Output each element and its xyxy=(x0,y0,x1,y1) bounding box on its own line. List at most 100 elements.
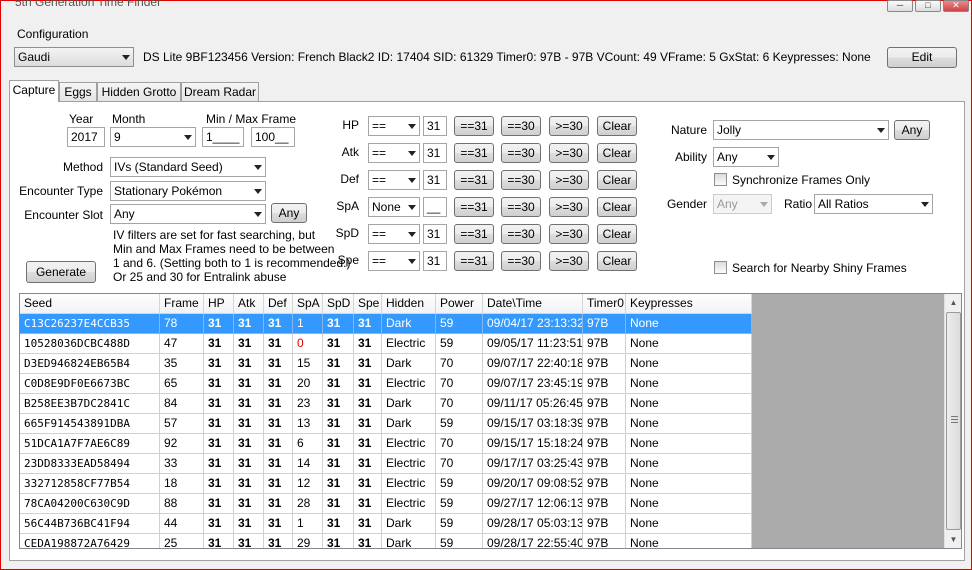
encounter-slot-any-button[interactable]: Any xyxy=(271,203,307,223)
results-grid[interactable]: Seed Frame HP Atk Def SpA SpD Spe Hidden Power Dat… xyxy=(19,293,962,549)
iv-def-value[interactable]: 31 xyxy=(423,170,447,190)
column-header-hidden[interactable]: Hidden xyxy=(382,294,436,314)
iv-spe-eq31-button[interactable]: ==31 xyxy=(454,251,494,271)
column-header-atk[interactable]: Atk xyxy=(234,294,264,314)
iv-spa-value[interactable]: __ xyxy=(423,197,447,217)
column-header-power[interactable]: Power xyxy=(436,294,483,314)
column-header-frame[interactable]: Frame xyxy=(160,294,204,314)
table-row[interactable]: 332712858CF77B54 18 31 31 31 12 31 31 Electric 59… xyxy=(20,474,752,494)
iv-spa-eq30-button[interactable]: ==30 xyxy=(501,197,541,217)
synchronize-checkbox[interactable] xyxy=(714,173,727,186)
cell-frame: 25 xyxy=(160,534,204,548)
table-row[interactable]: CEDA198872A76429 25 31 31 31 29 31 31 Dark 59 09/2… xyxy=(20,534,752,548)
iv-spd-operator[interactable]: == xyxy=(368,224,420,244)
iv-spe-operator[interactable]: == xyxy=(368,251,420,271)
table-row[interactable]: C13C26237E4CCB35 78 31 31 31 1 31 31 Dark 59 09/04… xyxy=(20,314,752,334)
generate-button[interactable]: Generate xyxy=(26,261,96,283)
iv-spd-eq31-button[interactable]: ==31 xyxy=(454,224,494,244)
ratio-select[interactable]: All Ratios xyxy=(814,194,933,214)
table-row[interactable]: C0D8E9DF0E6673BC 65 31 31 31 20 31 31 Electric 70… xyxy=(20,374,752,394)
table-row[interactable]: 665F914543891DBA 57 31 31 31 13 31 31 Dark 59 09/1… xyxy=(20,414,752,434)
table-row[interactable]: D3ED946824EB65B4 35 31 31 31 15 31 31 Dark 70 09/0… xyxy=(20,354,752,374)
iv-atk-operator[interactable]: == xyxy=(368,143,420,163)
nearby-shiny-checkbox[interactable] xyxy=(714,261,727,274)
table-row[interactable]: 78CA04200C630C9D 88 31 31 31 28 31 31 Electric 59… xyxy=(20,494,752,514)
nature-select[interactable]: Jolly xyxy=(713,120,889,140)
column-header-def[interactable]: Def xyxy=(264,294,293,314)
profile-select[interactable]: Gaudi xyxy=(14,47,134,67)
column-header-hp[interactable]: HP xyxy=(204,294,234,314)
iv-def-eq31-button[interactable]: ==31 xyxy=(454,170,494,190)
table-row[interactable]: B258EE3B7DC2841C 84 31 31 31 23 31 31 Dark 70 09/1… xyxy=(20,394,752,414)
iv-spa-eq31-button[interactable]: ==31 xyxy=(454,197,494,217)
cell-hidden: Dark xyxy=(382,534,436,548)
iv-atk-value[interactable]: 31 xyxy=(423,143,447,163)
column-header-spd[interactable]: SpD xyxy=(323,294,354,314)
iv-spa-clear-button[interactable]: Clear xyxy=(597,197,637,217)
iv-spd-ge30-button[interactable]: >=30 xyxy=(549,224,589,244)
iv-spa-ge30-button[interactable]: >=30 xyxy=(549,197,589,217)
column-header-spa[interactable]: SpA xyxy=(293,294,323,314)
table-row[interactable]: 56C44B736BC41F94 44 31 31 31 1 31 31 Dark 59 09/28… xyxy=(20,514,752,534)
tab-dream-radar[interactable]: Dream Radar xyxy=(181,82,259,101)
iv-def-clear-button[interactable]: Clear xyxy=(597,170,637,190)
iv-atk-eq30-button[interactable]: ==30 xyxy=(501,143,541,163)
cell-power: 59 xyxy=(436,334,483,354)
iv-hp-eq31-button[interactable]: ==31 xyxy=(454,116,494,136)
scroll-thumb[interactable] xyxy=(946,312,961,530)
iv-spd-value[interactable]: 31 xyxy=(423,224,447,244)
cell-hidden: Dark xyxy=(382,414,436,434)
column-header-timer0[interactable]: Timer0 xyxy=(583,294,626,314)
minimize-button[interactable]: ─ xyxy=(887,0,913,12)
iv-atk-operator-value: == xyxy=(372,146,387,160)
iv-spd-eq30-button[interactable]: ==30 xyxy=(501,224,541,244)
iv-spe-value[interactable]: 31 xyxy=(423,251,447,271)
column-header-datetime[interactable]: Date\Time xyxy=(483,294,583,314)
cell-atk: 31 xyxy=(234,434,264,454)
tab-eggs[interactable]: Eggs xyxy=(59,82,97,101)
edit-button[interactable]: Edit xyxy=(887,47,957,68)
scroll-up-icon[interactable]: ▲ xyxy=(945,294,961,311)
iv-def-eq30-button[interactable]: ==30 xyxy=(501,170,541,190)
table-row[interactable]: 23DD8333EAD58494 33 31 31 31 14 31 31 Electric 70… xyxy=(20,454,752,474)
vertical-scrollbar[interactable]: ▲ ▼ xyxy=(944,294,961,548)
iv-spd-clear-button[interactable]: Clear xyxy=(597,224,637,244)
iv-hp-operator[interactable]: == xyxy=(368,116,420,136)
nature-any-button[interactable]: Any xyxy=(894,120,930,140)
maximize-button[interactable]: □ xyxy=(915,0,941,12)
encounter-type-select[interactable]: Stationary Pokémon xyxy=(110,181,266,201)
iv-spe-ge30-button[interactable]: >=30 xyxy=(549,251,589,271)
year-input[interactable]: 2017 xyxy=(67,127,105,147)
encounter-slot-select[interactable]: Any xyxy=(110,204,266,224)
iv-atk-eq31-button[interactable]: ==31 xyxy=(454,143,494,163)
ability-select[interactable]: Any xyxy=(713,147,779,167)
iv-hp-eq30-button[interactable]: ==30 xyxy=(501,116,541,136)
iv-spa-operator[interactable]: None xyxy=(368,197,420,217)
iv-def-operator[interactable]: == xyxy=(368,170,420,190)
chevron-down-icon xyxy=(408,178,416,183)
table-row[interactable]: 10528036DCBC488D 47 31 31 31 0 31 31 Electric 59 0… xyxy=(20,334,752,354)
table-row[interactable]: 51DCA1A7F7AE6C89 92 31 31 31 6 31 31 Electric 70 0… xyxy=(20,434,752,454)
synchronize-label: Synchronize Frames Only xyxy=(732,173,871,187)
cell-timer0: 97B xyxy=(583,334,626,354)
method-select[interactable]: IVs (Standard Seed) xyxy=(110,157,266,177)
iv-spe-clear-button[interactable]: Clear xyxy=(597,251,637,271)
min-frame-input[interactable]: 1____ xyxy=(202,127,244,147)
iv-hp-clear-button[interactable]: Clear xyxy=(597,116,637,136)
tab-hidden-grotto[interactable]: Hidden Grotto xyxy=(97,82,181,101)
gender-select[interactable]: Any xyxy=(713,194,772,214)
column-header-keypresses[interactable]: Keypresses xyxy=(626,294,752,314)
month-select[interactable]: 9 xyxy=(110,127,196,147)
scroll-down-icon[interactable]: ▼ xyxy=(945,531,961,548)
max-frame-input[interactable]: 100__ xyxy=(251,127,295,147)
iv-atk-ge30-button[interactable]: >=30 xyxy=(549,143,589,163)
iv-def-ge30-button[interactable]: >=30 xyxy=(549,170,589,190)
iv-hp-ge30-button[interactable]: >=30 xyxy=(549,116,589,136)
column-header-spe[interactable]: Spe xyxy=(354,294,382,314)
iv-hp-value[interactable]: 31 xyxy=(423,116,447,136)
tab-capture[interactable]: Capture xyxy=(9,80,59,102)
iv-atk-clear-button[interactable]: Clear xyxy=(597,143,637,163)
iv-spe-eq30-button[interactable]: ==30 xyxy=(501,251,541,271)
close-button[interactable]: ✕ xyxy=(943,0,969,12)
column-header-seed[interactable]: Seed xyxy=(20,294,160,314)
